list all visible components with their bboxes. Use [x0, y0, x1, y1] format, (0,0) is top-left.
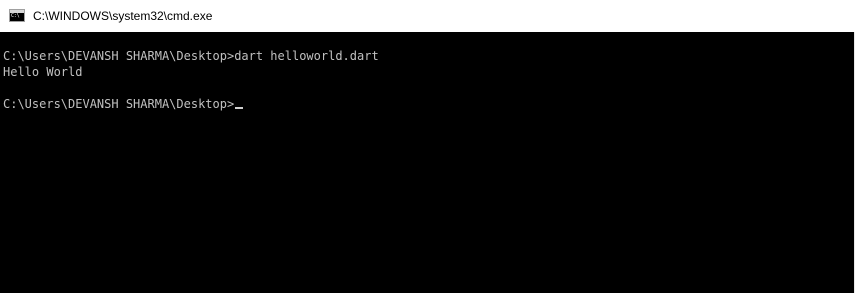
- output-text: Hello World: [3, 65, 83, 79]
- cmd-icon-text: C:\: [11, 13, 20, 19]
- text-cursor: [235, 107, 244, 109]
- title-bar[interactable]: C:\ C:\WINDOWS\system32\cmd.exe: [0, 0, 868, 32]
- prompt-text: C:\Users\DEVANSH SHARMA\Desktop>: [3, 49, 235, 63]
- cmd-window: C:\ C:\WINDOWS\system32\cmd.exe C:\Users…: [0, 0, 868, 293]
- window-title: C:\WINDOWS\system32\cmd.exe: [33, 9, 213, 23]
- terminal-line: C:\Users\DEVANSH SHARMA\Desktop>: [3, 96, 244, 112]
- vertical-scrollbar[interactable]: [854, 32, 868, 293]
- command-text: dart helloworld.dart: [234, 49, 379, 63]
- terminal-area[interactable]: C:\Users\DEVANSH SHARMA\Desktop>dart hel…: [0, 32, 854, 293]
- terminal-line: Hello World: [3, 64, 82, 80]
- cmd-icon[interactable]: C:\: [9, 9, 25, 22]
- prompt-text: C:\Users\DEVANSH SHARMA\Desktop>: [3, 97, 235, 111]
- terminal-line: C:\Users\DEVANSH SHARMA\Desktop>dart hel…: [3, 48, 379, 64]
